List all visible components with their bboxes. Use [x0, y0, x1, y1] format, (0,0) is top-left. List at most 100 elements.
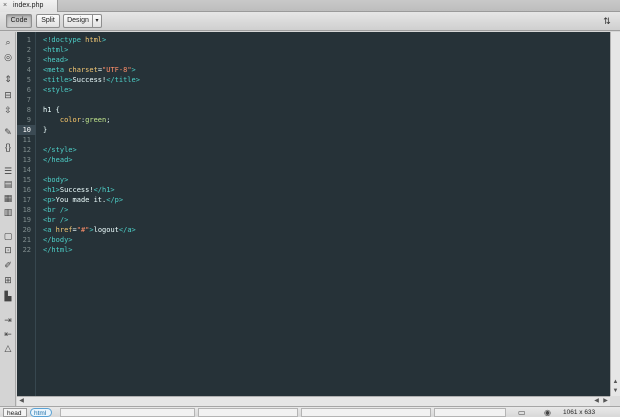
line-source: <style> — [43, 85, 73, 95]
apply-comment-icon[interactable]: ▢ — [2, 231, 14, 241]
highlight-invalid-icon[interactable]: ▤ — [2, 179, 14, 189]
line-source: h1 { — [43, 105, 60, 115]
code-token: </title> — [106, 76, 140, 84]
window-size-screen-icon[interactable]: ▭ — [518, 408, 526, 417]
code-token: Success! — [59, 186, 94, 194]
line-source: <body> — [43, 175, 68, 185]
code-token: Success! — [72, 76, 107, 84]
code-line[interactable]: 9 color:green; — [17, 115, 610, 125]
code-line[interactable]: 20 <a href="#">logout</a> — [17, 225, 610, 235]
code-line[interactable]: 1 <!doctype html> — [17, 35, 610, 45]
wrap-tag-icon[interactable]: ✐ — [2, 260, 14, 270]
code-line[interactable]: 11 — [17, 135, 610, 145]
design-view-button[interactable]: Design — [63, 14, 93, 28]
code-line[interactable]: 22 </html> — [17, 245, 610, 255]
outdent-code-icon[interactable]: ⇤ — [2, 329, 14, 339]
scroll-up-icon[interactable]: ▲ — [611, 378, 620, 387]
select-parent-tag-icon[interactable]: ✎ — [2, 127, 14, 137]
scroll-left-icon[interactable]: ◀ — [17, 397, 26, 406]
split-view-button[interactable]: Split — [36, 14, 60, 28]
vertical-scrollbar[interactable]: ▲ ▼ — [610, 32, 620, 396]
code-token: </style> — [43, 146, 77, 154]
code-line[interactable]: 5 <title>Success!</title> — [17, 75, 610, 85]
line-source: <html> — [43, 45, 68, 55]
remove-comment-icon[interactable]: ⊡ — [2, 245, 14, 255]
line-numbers-icon[interactable]: ☰ — [2, 166, 14, 176]
line-number: 17 — [22, 196, 31, 204]
target-icon[interactable]: ◎ — [2, 52, 14, 62]
code-token: "#" — [76, 226, 90, 234]
indent-code-icon[interactable]: ⇥ — [2, 315, 14, 325]
line-number: 20 — [22, 226, 31, 234]
code-view-button[interactable]: Code — [6, 14, 32, 28]
scroll-down-icon[interactable]: ▼ — [611, 387, 620, 396]
code-token: <h1> — [43, 186, 60, 194]
code-line[interactable]: 19 <br /> — [17, 215, 610, 225]
code-line[interactable]: 17 <p>You made it.</p> — [17, 195, 610, 205]
line-number: 10 — [22, 126, 31, 134]
document-toolbar: Code Split Design ▾ ⇅ — [0, 12, 620, 31]
code-token: <br /> — [43, 216, 69, 224]
code-editor[interactable]: 1 <!doctype html> 2 <html> 3 <head> 4 <meta cha… — [17, 32, 610, 396]
status-field-4 — [434, 408, 506, 417]
code-line[interactable]: 4 <meta charset="UTF-8"> — [17, 65, 610, 75]
collapse-full-tag-icon[interactable]: ⇕ — [2, 74, 14, 84]
word-wrap-icon[interactable]: ▥ — [2, 207, 14, 217]
status-field-3 — [301, 408, 431, 417]
code-line[interactable]: 10} — [17, 125, 610, 135]
code-line[interactable]: 8 h1 { — [17, 105, 610, 115]
code-token: </p> — [106, 196, 124, 204]
code-line[interactable]: 14 — [17, 165, 610, 175]
code-line[interactable]: 15 <body> — [17, 175, 610, 185]
globe-icon[interactable]: ◉ — [544, 408, 551, 417]
code-token: > — [102, 36, 107, 44]
code-line[interactable]: 13 </head> — [17, 155, 610, 165]
code-line[interactable]: 18 <br /> — [17, 205, 610, 215]
document-tab-index-php[interactable]: × index.php — [0, 0, 58, 12]
code-token: </body> — [43, 236, 73, 244]
close-tab-icon[interactable]: × — [3, 0, 11, 12]
line-source: <title>Success!</title> — [43, 75, 140, 85]
line-source: <head> — [43, 55, 68, 65]
code-token: </a> — [118, 226, 136, 234]
code-line[interactable]: 16 <h1>Success!</h1> — [17, 185, 610, 195]
code-line[interactable]: 12 </style> — [17, 145, 610, 155]
line-number: 2 — [26, 46, 31, 54]
line-source: </style> — [43, 145, 77, 155]
expand-all-icon[interactable]: ⇳ — [2, 105, 14, 115]
breadcrumb-head[interactable]: head — [3, 408, 27, 417]
horizontal-scrollbar[interactable]: ◀ ◀ ▶ — [17, 396, 610, 406]
line-number: 12 — [22, 146, 31, 154]
code-line[interactable]: 7 — [17, 95, 610, 105]
line-number: 15 — [22, 176, 31, 184]
format-source-icon[interactable]: △ — [2, 343, 14, 353]
code-token: <html> — [43, 46, 69, 54]
code-token: </html> — [43, 246, 73, 254]
code-token: <title> — [43, 76, 73, 84]
collapse-selection-icon[interactable]: ⊟ — [2, 90, 14, 100]
find-icon[interactable]: ⌕ — [2, 37, 14, 47]
scroll-right-icon[interactable]: ▶ — [601, 397, 610, 406]
scroll-left-end-icon[interactable]: ◀ — [592, 397, 601, 406]
balance-braces-icon[interactable]: {} — [2, 142, 14, 152]
status-bar: head html ▭ ◉ 1061 x 633 — [0, 406, 620, 417]
sort-icon[interactable]: ⇅ — [600, 14, 614, 28]
move-css-icon[interactable]: ▙ — [2, 291, 14, 301]
code-line[interactable]: 3 <head> — [17, 55, 610, 65]
design-dropdown-button[interactable]: ▾ — [93, 14, 102, 28]
code-line[interactable]: 2 <html> — [17, 45, 610, 55]
code-token: You made it. — [55, 196, 107, 204]
window-size-readout[interactable]: 1061 x 633 — [563, 408, 595, 417]
recent-snippets-icon[interactable]: ⊞ — [2, 275, 14, 285]
line-source: </head> — [43, 155, 73, 165]
line-number: 5 — [26, 76, 31, 84]
syntax-coloring-icon[interactable]: ▦ — [2, 193, 14, 203]
code-token: charset — [68, 66, 98, 74]
code-line[interactable]: 21 </body> — [17, 235, 610, 245]
breadcrumb-html[interactable]: html — [30, 408, 52, 417]
code-token: h1 { — [43, 106, 60, 114]
line-number: 21 — [22, 236, 31, 244]
line-number: 4 — [26, 66, 31, 74]
code-line[interactable]: 6 <style> — [17, 85, 610, 95]
line-source: <br /> — [43, 205, 68, 215]
